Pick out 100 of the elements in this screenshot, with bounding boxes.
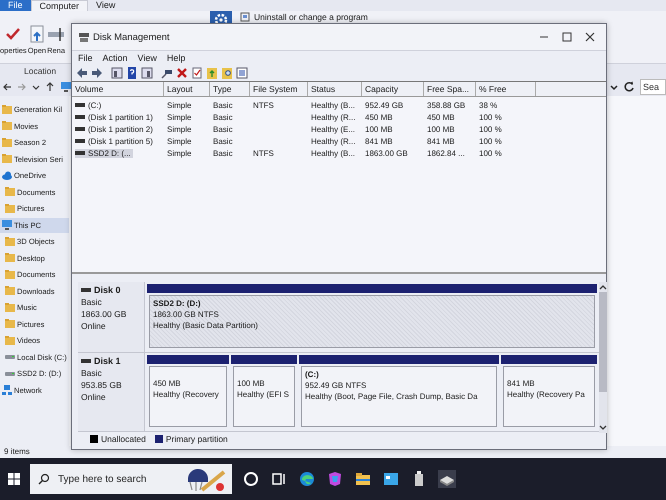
partition-block[interactable]: SSD2 D: (D:) 1863.00 GB NTFS Healthy (Basic Data Partition) [147,284,597,350]
partition-block[interactable]: 841 MB Healthy (Recovery Pa [501,355,597,429]
computer-icon [1,219,13,232]
scrollbar[interactable] [599,282,607,433]
table-cell: Basic [213,100,233,110]
refresh-icon[interactable] [623,81,635,93]
chevron-down-icon[interactable] [599,425,607,431]
network-icon [1,384,13,396]
panel-icon[interactable] [111,67,123,79]
disk-name: Disk 0 [94,285,121,295]
connect-icon[interactable] [161,67,173,79]
disk-label-panel[interactable]: Disk 0 Basic 1863.00 GB Online [78,282,145,352]
uninstall-program-button[interactable]: Uninstall or change a program [240,12,368,22]
column-header[interactable]: Capacity [362,82,424,96]
list-entry[interactable]: (Disk 1 partition 1) [75,112,155,122]
back-arrow-icon[interactable] [2,82,12,92]
program-icon [240,12,250,22]
disk-management-icon [78,31,90,43]
partition-status: Healthy (EFI S [237,390,290,399]
folder-icon [1,104,13,116]
list-entry[interactable]: (Disk 1 partition 5) [75,136,155,146]
folder-icon [4,302,16,314]
folder-search-icon[interactable] [221,67,233,79]
partition-size: 952.49 GB NTFS [305,381,368,390]
legend-label: Unallocated [101,434,146,444]
partition-block[interactable]: 100 MB Healthy (EFI S [231,355,297,429]
ribbon-tab[interactable]: Computer [30,0,88,11]
help-icon[interactable] [126,67,138,79]
table-cell: Simple [167,148,192,158]
drive-icon[interactable] [438,470,456,488]
table-cell: Simple [167,112,192,122]
column-header[interactable]: Free Spa... [424,82,476,96]
folder-icon[interactable] [354,470,372,488]
menu-item[interactable]: Help [166,53,186,63]
volume-bar-icon [75,115,85,120]
menu-item[interactable]: Action [102,53,128,63]
search-field[interactable]: Sea [640,79,666,95]
list-entry[interactable]: (Disk 1 partition 2) [75,124,155,134]
volume-bar-icon [75,151,85,156]
partition-block[interactable]: (C:) 952.49 GB NTFS Healthy (Boot, Page File, Crash Dump, Basic Da [299,355,499,429]
up-arrow-icon[interactable] [45,82,55,92]
table-cell: 358.88 GB [427,100,466,110]
folder-icon [4,236,16,248]
ribbon-tab[interactable]: File [0,0,31,11]
menu-item[interactable]: View [138,53,157,63]
partition-size: 841 MB [507,379,536,388]
column-header[interactable]: Layout [164,82,210,96]
table-cell: 841 MB [427,136,455,146]
table-cell: 1862.84 ... [427,148,465,158]
partition-block[interactable]: 450 MB Healthy (Recovery [147,355,229,429]
ribbon-tab[interactable]: View [88,0,124,11]
windows-logo-icon[interactable] [8,473,20,485]
forward-arrow-icon[interactable] [91,67,103,79]
window-title: Disk Management [93,32,170,42]
checklist-icon[interactable] [191,67,203,79]
chevron-up-icon[interactable] [599,284,607,290]
column-header[interactable]: % Free [476,82,536,96]
gear-icon [210,11,232,23]
menu-item[interactable]: File [78,53,93,63]
column-header[interactable]: Volume [72,82,164,96]
table-cell: 100 MB [427,124,455,134]
disk-info: 1863.00 GB [81,309,128,319]
scrollbar-thumb[interactable] [599,292,607,392]
legend-label: Primary partition [166,434,228,444]
rename-icon [47,25,66,43]
disk-label-panel[interactable]: Disk 1 Basic 953.85 GB Online [78,353,145,431]
partition-size: 1863.00 GB NTFS [153,310,220,319]
table-cell: Basic [213,112,233,122]
computer-icon [60,81,72,93]
table-cell: Simple [167,136,192,146]
column-header[interactable]: Type [210,82,250,96]
volume-bar-icon [75,139,85,144]
column-header[interactable]: File System [250,82,308,96]
table-cell: Healthy (B... [311,148,356,158]
taskbar-search-bar[interactable]: Type here to search [30,464,232,494]
chevron-down-icon[interactable] [32,83,40,91]
table-cell: Basic [213,136,233,146]
back-arrow-icon[interactable] [76,67,88,79]
partition-size: 100 MB [237,379,266,388]
folder-icon [1,153,13,166]
folder-icon [4,285,16,298]
folder-icon [4,268,16,281]
folder-icon [1,136,13,149]
list-entry[interactable]: (C:) [75,100,104,110]
column-header[interactable]: Status [308,82,362,96]
table-cell: 100 MB [365,124,393,134]
search-input-field[interactable]: Type here to search [56,472,178,486]
delete-icon[interactable] [176,67,188,79]
disk-info: Online [81,321,107,331]
table-cell: Healthy (B... [311,100,356,110]
table-cell: 450 MB [427,112,455,122]
folder-up-icon[interactable] [206,67,218,79]
panel-icon[interactable] [141,67,153,79]
list-entry[interactable]: SSD2 D: (... [75,148,133,158]
chevron-down-icon[interactable] [610,83,618,91]
circle-icon[interactable] [242,470,260,488]
window-icon[interactable] [382,470,400,488]
table-cell: Simple [167,100,192,110]
browser-icon[interactable] [298,470,316,488]
list-icon[interactable] [236,67,248,79]
